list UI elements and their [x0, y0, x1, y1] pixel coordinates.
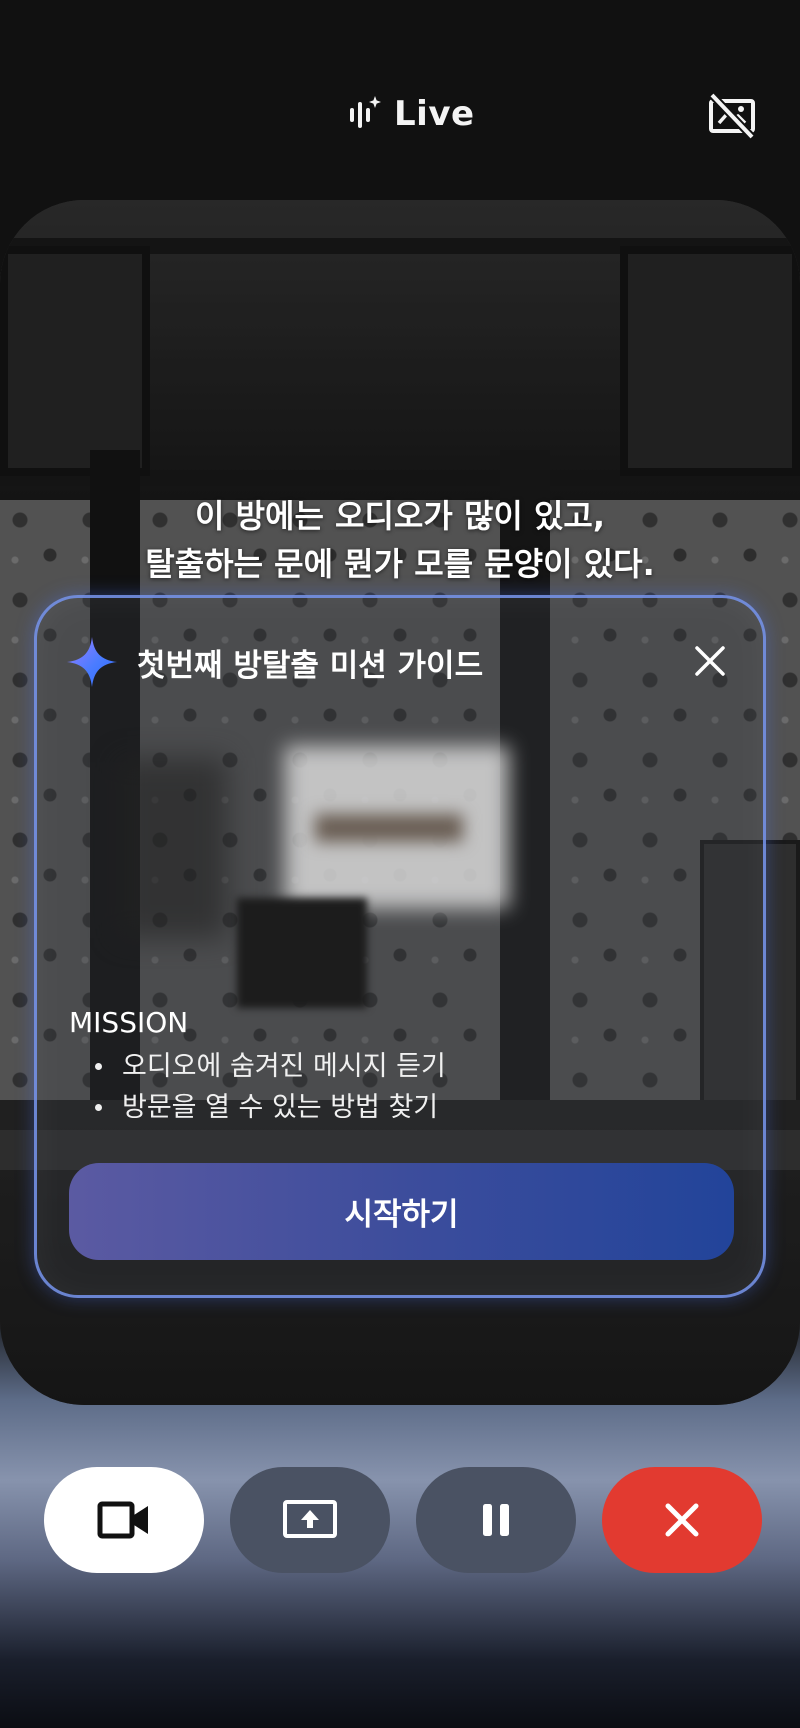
live-title: Live	[348, 92, 475, 136]
video-camera-icon	[97, 1501, 148, 1539]
caption-line-1: 이 방에는 오디오가 많이 있고,	[195, 497, 605, 535]
pause-button[interactable]	[416, 1467, 576, 1573]
mission-item-text: 방문을 열 수 있는 방법 찾기	[122, 1092, 439, 1123]
camera-off-icon	[709, 92, 755, 140]
card-header: 첫번째 방탈출 미션 가이드	[65, 634, 483, 690]
screen-share-icon	[283, 1500, 337, 1538]
live-caption: 이 방에는 오디오가 많이 있고, 탈출하는 문에 뭔가 모를 문양이 있다.	[60, 492, 740, 588]
close-icon	[665, 1503, 699, 1537]
top-bar: Live	[0, 0, 800, 200]
mission-item-text: 오디오에 숨겨진 메시지 듣기	[122, 1051, 446, 1082]
live-label: Live	[394, 94, 475, 134]
card-title: 첫번째 방탈출 미션 가이드	[137, 647, 484, 684]
mission-item: 오디오에 숨겨진 메시지 듣기	[87, 1046, 446, 1087]
mission-label: MISSION	[69, 1006, 189, 1039]
mission-guide-card: 첫번째 방탈출 미션 가이드 MISSION 오디오에 숨겨진 메시지 듣기 방…	[34, 595, 766, 1298]
close-card-button[interactable]	[687, 638, 733, 684]
sparkle-icon	[67, 637, 117, 687]
camera-toggle-button[interactable]	[44, 1467, 204, 1573]
call-controls	[0, 1467, 800, 1573]
mission-list: 오디오에 숨겨진 메시지 듣기 방문을 열 수 있는 방법 찾기	[87, 1046, 446, 1128]
camera-off-button[interactable]	[704, 88, 760, 144]
live-waveform-sparkle-icon	[350, 96, 381, 128]
end-session-button[interactable]	[602, 1467, 762, 1573]
mission-item: 방문을 열 수 있는 방법 찾기	[87, 1087, 446, 1128]
start-button[interactable]: 시작하기	[69, 1163, 734, 1260]
pause-icon	[483, 1504, 509, 1536]
caption-line-2: 탈출하는 문에 뭔가 모를 문양이 있다.	[145, 545, 655, 583]
camera-viewfinder: 이 방에는 오디오가 많이 있고, 탈출하는 문에 뭔가 모를 문양이 있다.	[0, 200, 800, 1405]
screen-share-button[interactable]	[230, 1467, 390, 1573]
close-icon	[695, 646, 725, 676]
